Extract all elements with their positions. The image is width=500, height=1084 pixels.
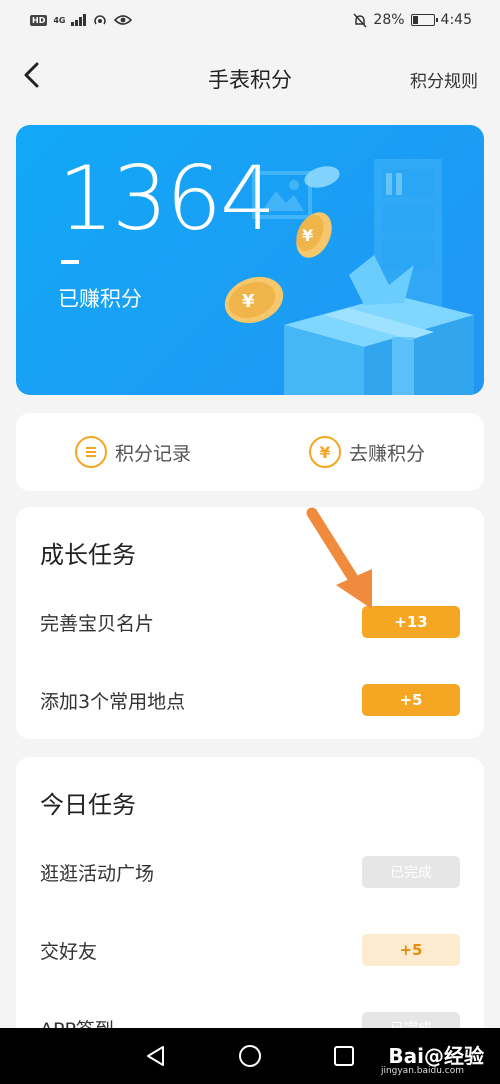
battery-percent: 28%: [373, 12, 405, 28]
status-bar: HD 4G 28% 4:45: [0, 0, 500, 40]
yen-icon: ¥: [308, 436, 341, 468]
status-right: 28% 4:45: [353, 12, 472, 28]
earn-points-button[interactable]: ¥ 去赚积分: [250, 413, 484, 491]
points-total: 1364: [58, 147, 276, 250]
signal-icon: [71, 14, 87, 26]
list-icon: [74, 436, 107, 468]
task-done-badge: 已完成: [362, 856, 460, 888]
daily-tasks-title: 今日任务: [40, 791, 136, 819]
hotspot-icon: [94, 15, 107, 25]
nav-bar: 手表积分 积分规则: [0, 46, 500, 108]
status-left: HD 4G: [30, 13, 133, 27]
task-row: 交好友 +5: [40, 911, 460, 989]
eye-icon: [114, 15, 133, 25]
task-reward-button[interactable]: +5: [362, 684, 460, 716]
points-label: 已赚积分: [58, 287, 142, 311]
growth-tasks-title: 成长任务: [40, 541, 136, 569]
back-triangle-icon[interactable]: [145, 1045, 167, 1067]
points-rules-link[interactable]: 积分规则: [410, 67, 478, 92]
home-circle-icon[interactable]: [238, 1044, 262, 1068]
recents-square-icon[interactable]: [333, 1045, 355, 1067]
points-underline: [61, 260, 79, 264]
task-name: 逛逛活动广场: [40, 862, 155, 885]
hd-badge: HD: [30, 14, 48, 26]
svg-text:¥: ¥: [302, 226, 313, 245]
clock: 4:45: [440, 12, 472, 28]
points-history-button[interactable]: 积分记录: [16, 413, 250, 491]
task-name: 添加3个常用地点: [40, 690, 186, 713]
earn-points-label: 去赚积分: [348, 442, 425, 465]
network-type: 4G: [53, 15, 66, 25]
task-row: 添加3个常用地点 +5: [40, 661, 460, 739]
svg-text:¥: ¥: [242, 291, 255, 312]
points-history-label: 积分记录: [114, 442, 191, 465]
battery-icon: [410, 14, 438, 26]
watermark-url: jingyan.baidu.com: [380, 1066, 464, 1076]
daily-tasks-card: 今日任务 逛逛活动广场 已完成 交好友 +5 APP签到 已完成: [16, 757, 484, 1057]
task-row: 完善宝贝名片 +13: [40, 583, 460, 661]
task-name: 完善宝贝名片: [40, 612, 155, 635]
watermark-logo: Bai@经验: [388, 1044, 484, 1068]
mute-bell-icon: [353, 12, 367, 28]
quick-actions-card: 积分记录 ¥ 去赚积分: [16, 413, 484, 491]
task-name: 交好友: [40, 940, 98, 963]
growth-tasks-card: 成长任务 完善宝贝名片 +13 添加3个常用地点 +5: [16, 507, 484, 739]
points-hero-card: ¥ ¥ 1364 已赚积分: [16, 125, 484, 395]
task-reward-button[interactable]: +5: [362, 934, 460, 966]
task-row: 逛逛活动广场 已完成: [40, 833, 460, 911]
annotation-arrow-icon: [306, 507, 372, 609]
